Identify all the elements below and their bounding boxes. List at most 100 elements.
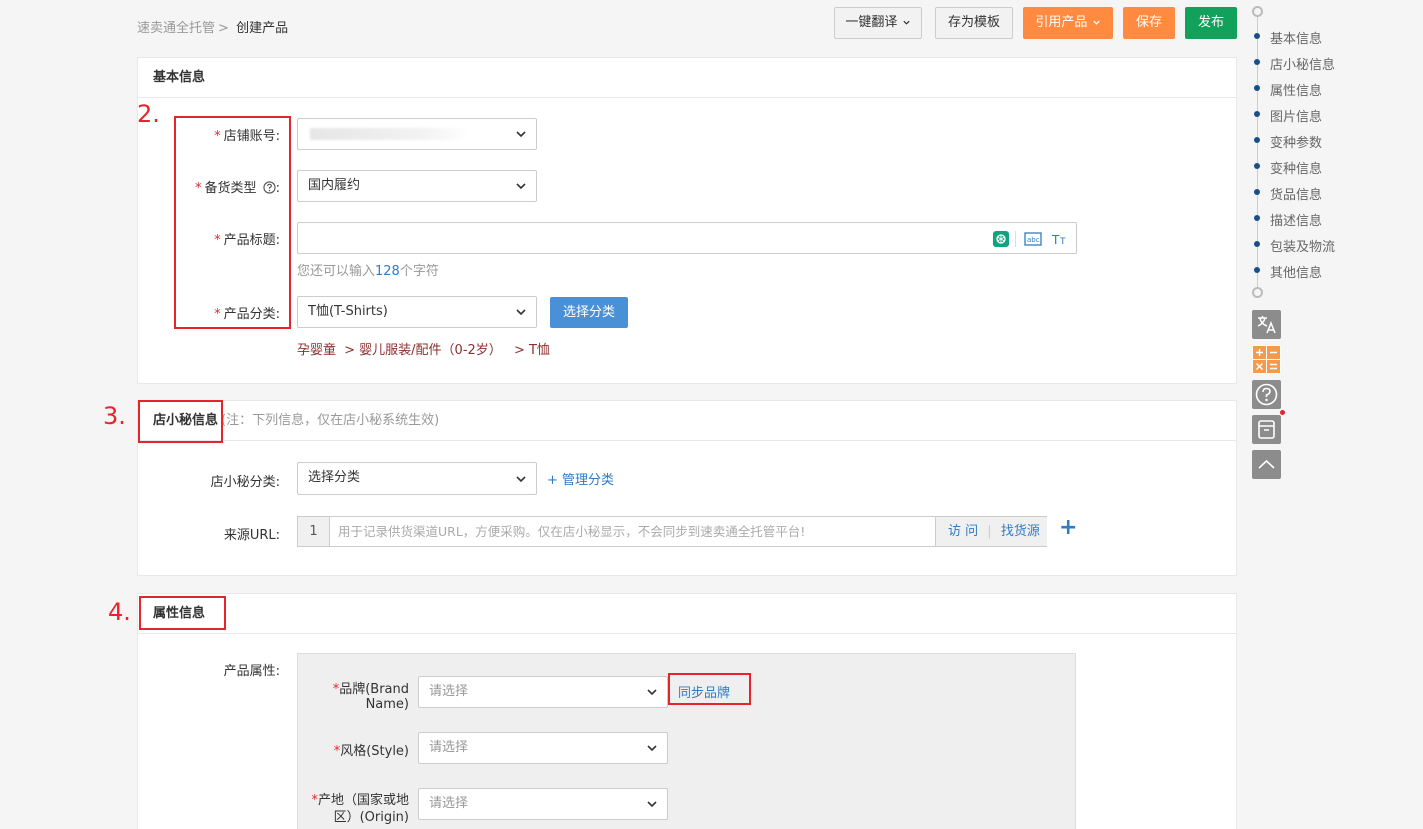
store-account-select[interactable] — [297, 118, 537, 150]
source-url-input[interactable]: 用于记录供货渠道URL，方便采购。仅在店小秘显示，不会同步到速卖通全托管平台! — [338, 517, 805, 546]
chevron-down-icon — [516, 183, 526, 190]
nav-dot — [1254, 59, 1260, 65]
dxm-category-label: 店小秘分类: — [210, 475, 280, 490]
chatgpt-icon[interactable] — [993, 231, 1009, 247]
source-url-group: 1 用于记录供货渠道URL，方便采购。仅在店小秘显示，不会同步到速卖通全托管平台… — [297, 516, 1047, 547]
annotation-number-4: 4. — [108, 598, 131, 626]
category-path-level-2[interactable]: > 婴儿服装/配件（0-2岁） — [344, 343, 502, 358]
nav-label: 变种参数 — [1270, 136, 1323, 151]
nav-end-circle — [1252, 287, 1263, 298]
nav-dot — [1254, 267, 1260, 273]
cite-product-button[interactable]: 引用产品 — [1023, 7, 1113, 39]
visit-link[interactable]: 访 问 — [948, 524, 978, 539]
nav-label: 包装及物流 — [1270, 240, 1336, 255]
chevron-down-icon — [516, 131, 526, 138]
svg-text:T: T — [1051, 233, 1060, 247]
dxm-category-placeholder: 选择分类 — [308, 470, 361, 485]
product-attr-label: 产品属性: — [223, 664, 280, 679]
brand-select[interactable]: 请选择 — [418, 676, 668, 708]
category-path: 孕婴童 > 婴儿服装/配件（0-2岁） > T恤 — [297, 339, 550, 358]
dxm-category-select[interactable]: 选择分类 — [297, 462, 537, 495]
chevron-down-icon — [1092, 20, 1100, 25]
brand-placeholder: 请选择 — [429, 684, 469, 699]
nav-dot — [1254, 111, 1260, 117]
stock-type-select[interactable]: 国内履约 — [297, 170, 537, 202]
chevron-down-icon — [647, 801, 657, 808]
char-count-hint: 您还可以输入128个字符 — [297, 264, 439, 279]
translate-tool-button[interactable] — [1252, 310, 1281, 339]
stock-type-value: 国内履约 — [308, 178, 361, 193]
annotation-box-dxm-title — [138, 400, 223, 443]
text-case-icon[interactable]: TT — [1051, 231, 1069, 247]
annotation-number-3: 3. — [103, 402, 126, 430]
dxm-info-note: (注：下列信息，仅在店小秘系统生效) — [221, 413, 440, 428]
nav-dot — [1254, 85, 1260, 91]
annotation-box-sync-brand — [668, 673, 751, 705]
translate-button[interactable]: 一键翻译 — [834, 7, 922, 39]
nav-label: 基本信息 — [1270, 32, 1323, 47]
nav-label: 图片信息 — [1270, 110, 1323, 125]
calculator-tool-button[interactable] — [1252, 345, 1281, 374]
add-url-button[interactable]: + — [1059, 515, 1077, 541]
svg-text:abc: abc — [1027, 236, 1040, 244]
nav-start-circle — [1252, 6, 1263, 17]
select-category-button[interactable]: 选择分类 — [550, 297, 628, 328]
basic-info-title: 基本信息 — [138, 58, 1236, 98]
nav-label: 变种信息 — [1270, 162, 1323, 177]
archive-icon — [1258, 420, 1275, 439]
breadcrumb-current: 创建产品 — [236, 21, 289, 36]
breadcrumb-separator: > — [218, 21, 229, 36]
category-path-level-3[interactable]: > T恤 — [514, 343, 550, 358]
translate-icon — [1257, 316, 1276, 334]
find-source-link[interactable]: 找货源 — [1001, 524, 1040, 539]
dxm-info-header: 店小秘信息 (注：下列信息，仅在店小秘系统生效) — [138, 401, 1236, 441]
calculator-icon — [1253, 346, 1280, 373]
annotation-box-attributes-title — [139, 596, 226, 630]
help-icon — [1255, 383, 1278, 406]
style-label: *风格(Style) — [333, 744, 409, 759]
nav-label: 描述信息 — [1270, 214, 1323, 229]
publish-button[interactable]: 发布 — [1185, 7, 1237, 39]
chevron-down-icon — [902, 20, 910, 25]
chevron-down-icon — [516, 309, 526, 316]
style-placeholder: 请选择 — [429, 740, 469, 755]
source-url-label: 来源URL: — [223, 528, 280, 543]
breadcrumb-parent[interactable]: 速卖通全托管 — [137, 21, 215, 36]
basic-info-panel: 基本信息 — [137, 57, 1237, 384]
blurred-store-name — [310, 128, 470, 140]
spellcheck-icon[interactable]: abc — [1024, 231, 1042, 247]
category-value: T恤(T-Shirts) — [308, 304, 388, 319]
nav-dot — [1254, 189, 1260, 195]
nav-label: 其他信息 — [1270, 266, 1323, 281]
cite-product-label: 引用产品 — [1035, 15, 1088, 30]
nav-track — [1257, 12, 1258, 293]
back-to-top-button[interactable] — [1252, 450, 1281, 479]
divider — [1015, 231, 1016, 247]
product-title-input[interactable]: abc TT — [297, 222, 1077, 254]
chevron-up-icon — [1258, 459, 1275, 469]
origin-placeholder: 请选择 — [429, 796, 469, 811]
style-select[interactable]: 请选择 — [418, 732, 668, 764]
category-path-level-1[interactable]: 孕婴童 — [297, 343, 336, 358]
brand-label: *品牌(Brand Name) — [332, 682, 409, 712]
origin-select[interactable]: 请选择 — [418, 788, 668, 820]
nav-label: 货品信息 — [1270, 188, 1323, 203]
annotation-box-basic-fields — [174, 116, 291, 329]
nav-dot — [1254, 33, 1260, 39]
manage-category-link[interactable]: + 管理分类 — [547, 469, 614, 488]
save-button[interactable]: 保存 — [1123, 7, 1175, 39]
archive-tool-button[interactable] — [1252, 415, 1281, 444]
save-template-button[interactable]: 存为模板 — [935, 7, 1013, 39]
nav-dot — [1254, 137, 1260, 143]
char-count-number: 128 — [375, 264, 400, 279]
help-tool-button[interactable] — [1252, 380, 1281, 409]
chevron-down-icon — [647, 745, 657, 752]
nav-label: 属性信息 — [1270, 84, 1323, 99]
category-select[interactable]: T恤(T-Shirts) — [297, 296, 537, 328]
nav-label: 店小秘信息 — [1270, 58, 1336, 73]
url-index: 1 — [298, 517, 330, 546]
breadcrumb: 速卖通全托管 > 创建产品 — [137, 17, 288, 36]
nav-dot — [1254, 163, 1260, 169]
chevron-down-icon — [516, 476, 526, 483]
svg-text:T: T — [1059, 237, 1066, 247]
